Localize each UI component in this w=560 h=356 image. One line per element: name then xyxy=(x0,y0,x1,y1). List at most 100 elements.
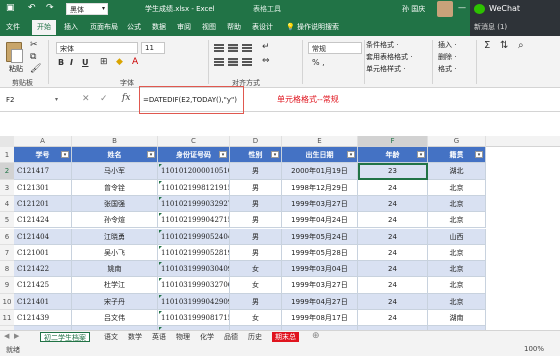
filter-dropdown-icon[interactable]: ▾ xyxy=(147,151,155,158)
table-cell[interactable]: 男 xyxy=(230,244,282,262)
table-cell[interactable]: 1998年12月29日 xyxy=(282,179,358,196)
table-header-cell[interactable]: 籍贯 ▾ xyxy=(428,147,486,164)
table-cell[interactable]: 孙令煊 xyxy=(72,212,158,229)
font-color-icon[interactable]: A xyxy=(132,57,138,67)
table-cell[interactable]: C121401 xyxy=(14,293,72,310)
table-cell[interactable]: 110103199904290936 xyxy=(158,293,230,310)
minimize-button[interactable]: — xyxy=(458,3,466,12)
table-cell[interactable]: 110101200001051054 xyxy=(158,163,230,180)
save-icon[interactable]: ▣ xyxy=(6,3,15,13)
table-cell[interactable]: 24 xyxy=(358,293,428,310)
sheet-next-icon[interactable]: ▶ xyxy=(14,332,19,340)
row-number[interactable]: 5 xyxy=(0,212,14,229)
zoom-level[interactable]: 100% xyxy=(524,345,544,353)
table-header-cell[interactable]: 出生日期 ▾ xyxy=(282,147,358,164)
table-cell[interactable]: 北京 xyxy=(428,212,486,229)
table-header-cell[interactable]: 性别 ▾ xyxy=(230,147,282,164)
insert-function-icon[interactable]: fx xyxy=(122,93,130,103)
percent-style-button[interactable]: % , xyxy=(312,58,325,67)
table-cell[interactable]: 男 xyxy=(230,195,282,213)
align-top-icon[interactable] xyxy=(214,44,224,52)
table-cell[interactable]: 杜学江 xyxy=(72,277,158,294)
tell-me-search[interactable]: 💡 操作说明搜索 xyxy=(286,22,339,32)
table-cell[interactable]: 湖北 xyxy=(428,163,486,180)
add-sheet-icon[interactable]: ⊕ xyxy=(312,331,320,341)
table-cell[interactable]: 马小军 xyxy=(72,163,158,180)
number-format-box[interactable]: 常规 xyxy=(308,42,362,54)
filter-dropdown-icon[interactable]: ▾ xyxy=(271,151,279,158)
table-cell[interactable]: 湖南 xyxy=(428,310,486,327)
table-header-cell[interactable]: 身份证号码 ▾ xyxy=(158,147,230,164)
font-size-box[interactable]: 11 xyxy=(141,42,165,54)
table-cell[interactable]: 110102199903292713 xyxy=(158,195,230,213)
table-cell[interactable]: C121424 xyxy=(14,212,72,229)
table-cell[interactable]: 吕文伟 xyxy=(72,310,158,327)
column-header-e[interactable]: E xyxy=(282,136,358,147)
font-name-box[interactable]: 宋体 xyxy=(56,42,138,54)
avatar[interactable] xyxy=(437,1,453,17)
table-cell[interactable]: 女 xyxy=(230,277,282,294)
table-cell[interactable]: 110103199903270623 xyxy=(158,277,230,294)
tab-review[interactable]: 审阅 xyxy=(177,22,191,32)
table-header-cell[interactable]: 姓名 ▾ xyxy=(72,147,158,164)
underline-button[interactable]: U xyxy=(82,58,89,67)
undo-icon[interactable]: ↶ xyxy=(28,3,36,13)
sheet-tab-final[interactable]: 期末总 xyxy=(272,332,299,342)
format-painter-icon[interactable]: 🖌 xyxy=(30,64,41,74)
table-cell[interactable]: 24 xyxy=(358,261,428,278)
tab-help[interactable]: 帮助 xyxy=(227,22,241,32)
table-cell[interactable]: 江晓勇 xyxy=(72,228,158,245)
sheet-tab-math[interactable]: 数学 xyxy=(128,332,142,342)
user-name[interactable]: 孙 国庆 xyxy=(402,4,425,14)
filter-dropdown-icon[interactable]: ▾ xyxy=(347,151,355,158)
table-cell[interactable]: C121404 xyxy=(14,228,72,245)
tab-table-design[interactable]: 表设计 xyxy=(252,22,273,32)
cell-styles-button[interactable]: 单元格样式 · xyxy=(366,64,405,74)
sheet-tab-profile[interactable]: 初二学生档案 xyxy=(40,332,90,342)
table-cell[interactable]: 1999年03月04日 xyxy=(282,261,358,278)
align-middle-icon[interactable] xyxy=(228,44,238,52)
align-center-icon[interactable] xyxy=(228,58,238,66)
table-cell[interactable]: 姚南 xyxy=(72,261,158,278)
tab-page-layout[interactable]: 页面布局 xyxy=(90,22,118,32)
merge-cells-icon[interactable]: ⇔ xyxy=(262,56,270,66)
table-cell[interactable]: 山西 xyxy=(428,228,486,245)
row-number[interactable]: 10 xyxy=(0,293,14,310)
table-cell[interactable]: 宋子丹 xyxy=(72,293,158,310)
row-number[interactable]: 4 xyxy=(0,195,14,213)
table-cell[interactable]: 1999年05月28日 xyxy=(282,244,358,262)
table-cell[interactable]: 24 xyxy=(358,195,428,213)
paste-button-label[interactable]: 粘贴 xyxy=(9,64,23,74)
tab-home[interactable]: 开始 xyxy=(32,20,56,35)
align-bottom-icon[interactable] xyxy=(242,44,252,52)
table-cell[interactable]: 24 xyxy=(358,244,428,262)
table-cell[interactable]: 110102199812191513 xyxy=(158,179,230,196)
tab-data[interactable]: 数据 xyxy=(152,22,166,32)
align-right-icon[interactable] xyxy=(242,58,252,66)
table-cell[interactable]: 女 xyxy=(230,261,282,278)
table-cell[interactable]: 北京 xyxy=(428,244,486,262)
sheet-tab-chemistry[interactable]: 化学 xyxy=(200,332,214,342)
table-cell[interactable]: 张国强 xyxy=(72,195,158,213)
table-cell[interactable]: 1999年04月27日 xyxy=(282,293,358,310)
table-cell[interactable]: 23 xyxy=(358,163,428,180)
sheet-tab-history[interactable]: 历史 xyxy=(248,332,262,342)
table-cell[interactable]: 24 xyxy=(358,212,428,229)
column-header-f[interactable]: F xyxy=(358,136,428,147)
copy-icon[interactable]: ⧉ xyxy=(30,52,36,62)
table-cell[interactable]: 男 xyxy=(230,293,282,310)
table-cell[interactable]: 1999年08月17日 xyxy=(282,310,358,327)
table-cell[interactable]: 110103199908171548 xyxy=(158,310,230,327)
sheet-prev-icon[interactable]: ◀ xyxy=(4,332,9,340)
tab-formulas[interactable]: 公式 xyxy=(127,22,141,32)
column-header-c[interactable]: C xyxy=(158,136,230,147)
sheet-tab-english[interactable]: 英语 xyxy=(152,332,166,342)
row-number[interactable]: 3 xyxy=(0,179,14,196)
insert-cells-button[interactable]: 插入 · xyxy=(438,40,456,50)
cut-icon[interactable]: ✂ xyxy=(30,40,38,50)
table-cell[interactable]: C121001 xyxy=(14,244,72,262)
table-cell[interactable]: 北京 xyxy=(428,179,486,196)
select-all-corner[interactable] xyxy=(0,136,14,147)
table-header-cell[interactable]: 学号 ▾ xyxy=(14,147,72,164)
table-cell[interactable]: 110102199905281913 xyxy=(158,244,230,262)
